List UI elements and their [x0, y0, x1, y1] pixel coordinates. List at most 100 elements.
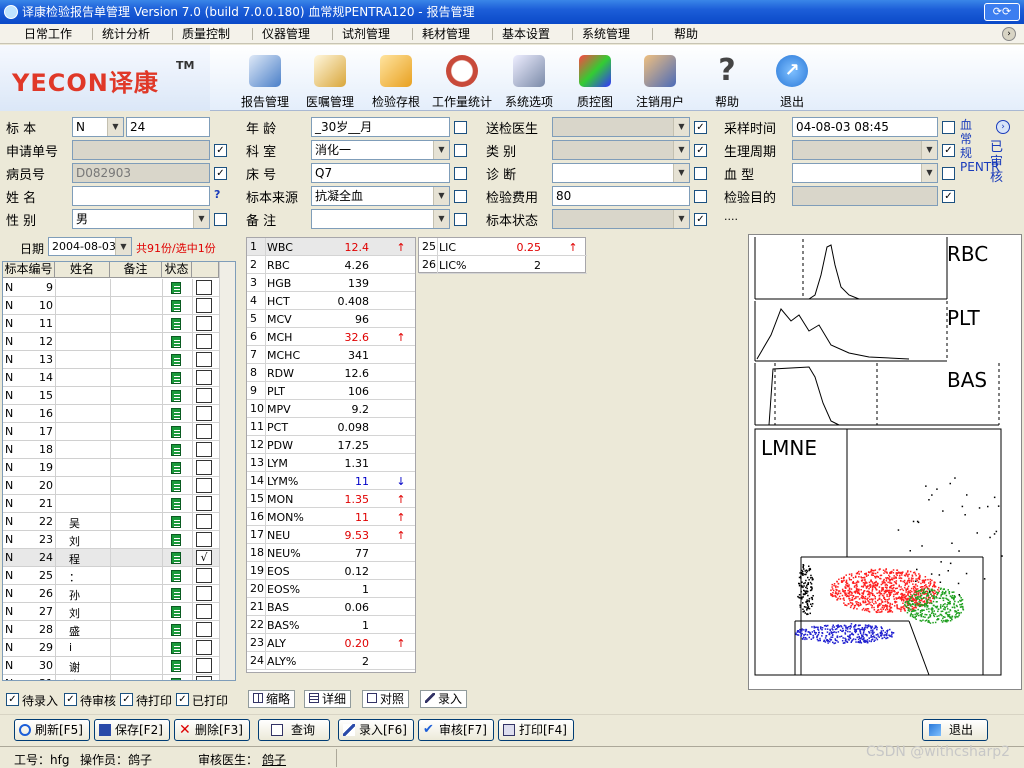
list-item[interactable]: N 23 刘 — [3, 531, 219, 549]
tab-thumbnail[interactable]: 缩略 — [248, 690, 296, 708]
list-item[interactable]: N 15 — [3, 387, 219, 405]
save-button[interactable]: 保存[F2] — [94, 719, 170, 741]
menu-daily-work[interactable]: 日常工作 — [22, 26, 74, 42]
toolbar-exit[interactable]: ↗ 退出 — [766, 45, 818, 111]
fee-checkbox[interactable] — [694, 190, 707, 203]
col-name[interactable]: 姓名 — [55, 262, 110, 278]
list-item[interactable]: N 22 吴 — [3, 513, 219, 531]
name-lookup-icon[interactable]: ? — [214, 188, 220, 201]
list-item[interactable]: N 10 — [3, 297, 219, 315]
tab-detail[interactable]: 详细 — [304, 690, 352, 708]
specimen-status-select[interactable]: ▼ — [552, 209, 690, 229]
row-checkbox[interactable] — [196, 658, 212, 673]
bed-checkbox[interactable] — [454, 167, 467, 180]
list-item[interactable]: N 12 — [3, 333, 219, 351]
toolbar-workload-stats[interactable]: 工作量统计 — [430, 45, 494, 111]
blood-type-checkbox[interactable] — [942, 167, 955, 180]
category-checkbox[interactable]: ✓ — [694, 144, 707, 157]
result-row[interactable]: 19 EOS 0.12 — [247, 562, 415, 580]
list-item[interactable]: N 21 — [3, 495, 219, 513]
list-scrollbar[interactable] — [219, 262, 235, 680]
menu-statistics[interactable]: 统计分析 — [100, 26, 152, 42]
status-checkbox[interactable]: ✓ — [694, 213, 707, 226]
result-row[interactable]: 2 RBC 4.26 — [247, 256, 415, 274]
purpose-checkbox[interactable]: ✓ — [942, 190, 955, 203]
physio-checkbox[interactable]: ✓ — [942, 144, 955, 157]
source-checkbox[interactable] — [454, 190, 467, 203]
row-checkbox[interactable] — [196, 514, 212, 529]
menu-reagent[interactable]: 试剂管理 — [340, 26, 392, 42]
row-checkbox[interactable] — [196, 676, 212, 680]
result-row[interactable]: 20 EOS% 1 — [247, 580, 415, 598]
row-checkbox[interactable] — [196, 406, 212, 421]
toolbar-report-management[interactable]: 报告管理 — [238, 45, 292, 111]
result-row[interactable]: 13 LYM 1.31 — [247, 454, 415, 472]
list-item[interactable]: N 11 — [3, 315, 219, 333]
filter-pending-review-checkbox[interactable]: ✓ — [64, 693, 77, 706]
row-checkbox[interactable] — [196, 316, 212, 331]
delete-button[interactable]: ✕ 删除[F3] — [174, 719, 250, 741]
diagnosis-checkbox[interactable] — [694, 167, 707, 180]
sex-select[interactable]: 男 ▼ — [72, 209, 210, 229]
row-checkbox[interactable] — [196, 568, 212, 583]
row-checkbox[interactable] — [196, 298, 212, 313]
row-checkbox[interactable] — [196, 496, 212, 511]
result-row[interactable]: 25 LIC 0.25 ↑ — [419, 238, 587, 256]
department-select[interactable]: 消化一 ▼ — [311, 140, 450, 160]
col-remark[interactable]: 备注 — [110, 262, 162, 278]
filter-pending-entry-checkbox[interactable]: ✓ — [6, 693, 19, 706]
print-button[interactable]: 打印[F4] — [498, 719, 574, 741]
doctor-checkbox[interactable]: ✓ — [694, 121, 707, 134]
fee-input[interactable]: 80 — [552, 186, 690, 206]
filter-pending-print-checkbox[interactable]: ✓ — [120, 693, 133, 706]
chevron-right-icon[interactable]: › — [996, 120, 1010, 134]
result-row[interactable]: 26 LIC% 2 — [419, 256, 587, 274]
age-input[interactable]: _30岁__月 — [311, 117, 450, 137]
list-item[interactable]: N 29 i — [3, 639, 219, 657]
app-no-checkbox[interactable]: ✓ — [214, 144, 227, 157]
sample-time-checkbox[interactable] — [942, 121, 955, 134]
menu-help[interactable]: 帮助 — [672, 26, 700, 42]
entry-button[interactable]: 录入[F6] — [338, 719, 414, 741]
remark-checkbox[interactable] — [454, 213, 467, 226]
toolbar-archive[interactable]: 检验存根 — [368, 45, 424, 111]
purpose-input[interactable] — [792, 186, 938, 206]
list-item[interactable]: N9 — [3, 279, 219, 297]
blood-type-select[interactable]: ▼ — [792, 163, 938, 183]
result-row[interactable]: 23 ALY 0.20 ↑ — [247, 634, 415, 652]
list-item[interactable]: N 16 — [3, 405, 219, 423]
col-status[interactable]: 状态 — [162, 262, 192, 278]
physio-cycle-select[interactable]: ▼ — [792, 140, 938, 160]
list-item[interactable]: N 26 孙 — [3, 585, 219, 603]
result-row[interactable]: 8 RDW 12.6 — [247, 364, 415, 382]
row-checkbox[interactable] — [196, 424, 212, 439]
result-row[interactable]: 3 HGB 139 — [247, 274, 415, 292]
result-row[interactable]: 14 LYM% 11 ↓ — [247, 472, 415, 490]
list-item[interactable]: N 18 — [3, 441, 219, 459]
sample-time-input[interactable]: 04-08-03 08:45 — [792, 117, 938, 137]
result-row[interactable]: 10 MPV 9.2 — [247, 400, 415, 418]
list-item[interactable]: N 28 盛 — [3, 621, 219, 639]
list-item[interactable]: N 17 — [3, 423, 219, 441]
list-item[interactable]: N 25 ： — [3, 567, 219, 585]
list-item[interactable]: N 14 — [3, 369, 219, 387]
tab-entry[interactable]: 录入 — [420, 690, 468, 708]
specimen-number-input[interactable]: 24 — [126, 117, 210, 137]
specimen-type-select[interactable]: N ▼ — [72, 117, 124, 137]
diagnosis-select[interactable]: ▼ — [552, 163, 690, 183]
list-item[interactable]: N 27 刘 — [3, 603, 219, 621]
patient-no-checkbox[interactable]: ✓ — [214, 167, 227, 180]
result-row[interactable]: 17 NEU 9.53 ↑ — [247, 526, 415, 544]
result-row[interactable]: 16 MON% 11 ↑ — [247, 508, 415, 526]
bed-number-input[interactable]: Q7 — [311, 163, 450, 183]
result-row[interactable]: 9 PLT 106 — [247, 382, 415, 400]
row-checkbox[interactable] — [196, 442, 212, 457]
tab-compare[interactable]: 对照 — [362, 690, 410, 708]
row-checkbox[interactable] — [196, 478, 212, 493]
menu-consumables[interactable]: 耗材管理 — [420, 26, 472, 42]
result-row[interactable]: 5 MCV 96 — [247, 310, 415, 328]
list-item[interactable]: N 13 — [3, 351, 219, 369]
filter-printed-checkbox[interactable]: ✓ — [176, 693, 189, 706]
result-row[interactable]: 1 WBC 12.4 ↑ — [247, 238, 415, 256]
list-item[interactable]: N 20 — [3, 477, 219, 495]
